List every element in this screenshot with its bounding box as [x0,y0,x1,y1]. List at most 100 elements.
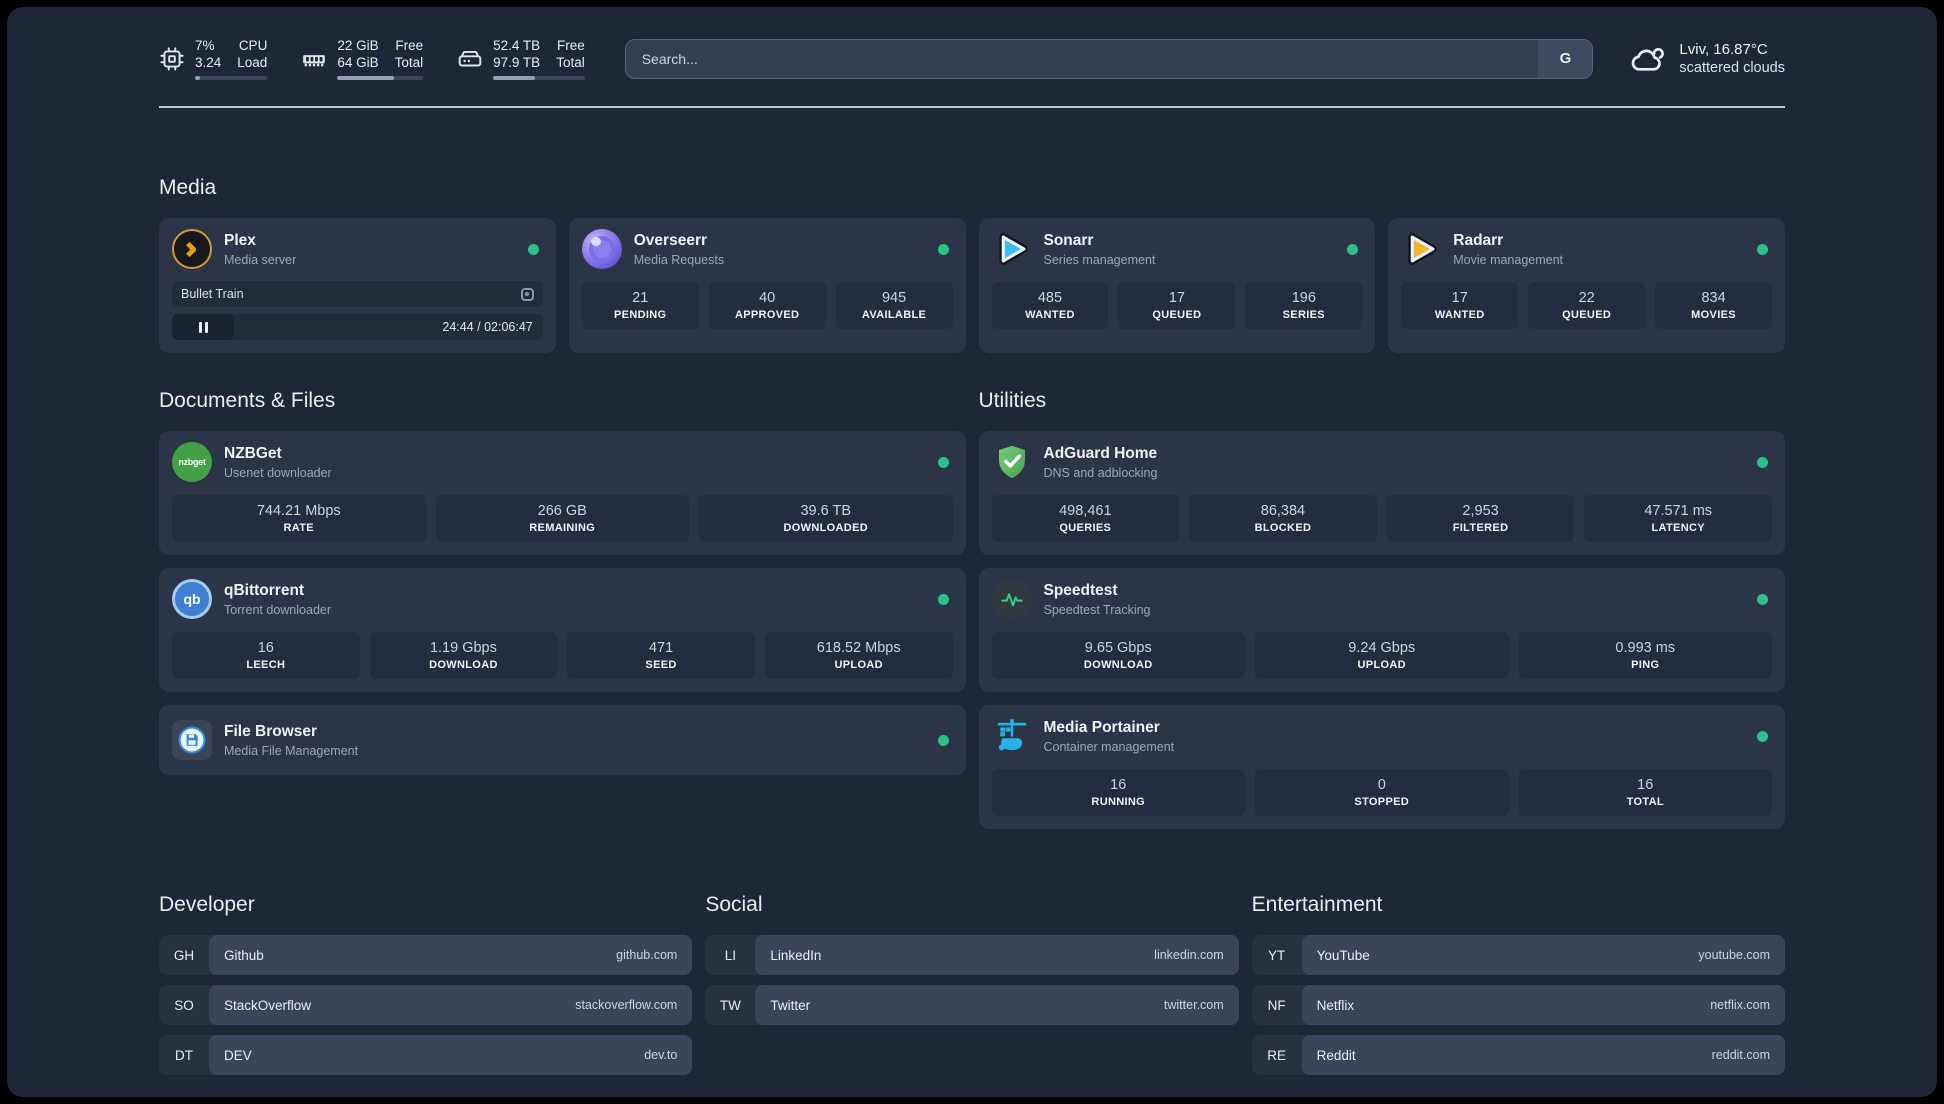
search-provider-button[interactable]: G [1538,39,1593,78]
bookmark-reddit[interactable]: RE Reddit reddit.com [1251,1035,1785,1075]
nzbget-icon: nzbget [172,442,212,482]
stat-total: 16 TOTAL [1518,769,1772,816]
bookmark-github[interactable]: GH Github github.com [159,935,693,975]
search-input[interactable] [625,39,1539,78]
filebrowser-icon [172,720,212,760]
service-card-plex: Plex Media server Bullet Train 24:44 / 0… [159,218,556,353]
service-name: Speedtest [1043,581,1118,599]
service-card-filebrowser: File Browser Media File Management [159,705,966,775]
service-name: Plex [224,231,256,249]
header-divider [159,106,1785,108]
stat-upload: 618.52 Mbps UPLOAD [764,632,953,679]
section-title-media: Media [159,176,217,199]
service-link-plex[interactable]: Plex Media server [172,229,543,269]
bookmark-abbr: NF [1267,997,1286,1013]
stat-wanted: 485 WANTED [991,282,1109,329]
cpu-usage-label: CPU [238,38,268,53]
stat-movies: 834 MOVIES [1655,282,1773,329]
stat-filtered: 2,953 FILTERED [1386,495,1575,542]
plex-icon [172,229,212,269]
bookmark-youtube[interactable]: YT YouTube youtube.com [1251,935,1785,975]
service-link-portainer[interactable]: Media Portainer Container management [992,716,1773,756]
stat-remaining: 266 GB REMAINING [435,495,689,542]
bookmark-netflix[interactable]: NF Netflix netflix.com [1251,985,1785,1025]
service-link-radarr[interactable]: Radarr Movie management [1401,229,1772,269]
service-description: Speedtest Tracking [1043,602,1151,617]
status-dot [937,456,949,468]
memory-icon [303,54,326,66]
service-link-filebrowser[interactable]: File Browser Media File Management [172,720,953,760]
service-card-speedtest: Speedtest Speedtest Tracking 9.65 Gbps DO… [978,568,1785,692]
status-dot [1757,243,1768,255]
stat-downloaded: 39.6 TB DOWNLOADED [699,495,953,542]
weather-widget: Lviv, 16.87°C scattered clouds [1629,40,1785,78]
stat-wanted: 17 WANTED [1401,282,1519,329]
service-link-qbittorrent[interactable]: qb qBittorrent Torrent downloader [172,579,953,619]
stat-download: 9.65 Gbps DOWNLOAD [991,632,1245,679]
cpu-usage-bar [195,76,268,80]
service-name: qBittorrent [224,581,305,599]
gear-icon[interactable] [520,287,534,301]
stat-available: 945 AVAILABLE [835,282,953,329]
bookmark-name: YouTube [1316,947,1370,963]
service-description: Container management [1043,739,1175,754]
bookmark-url: reddit.com [1711,1048,1770,1062]
cpu-icon [160,46,184,71]
bookmark-dev[interactable]: DT DEV dev.to [159,1035,693,1075]
disk-free-label: Free [556,38,585,53]
status-dot [1757,456,1768,468]
bookmark-abbr: TW [719,997,741,1013]
plex-now-playing: Bullet Train 24:44 / 02:06:47 [172,281,543,340]
weather-condition: scattered clouds [1679,59,1785,76]
section-title-documents: Documents & Files [159,389,336,412]
bookmark-url: dev.to [644,1048,678,1062]
service-link-speedtest[interactable]: Speedtest Speedtest Tracking [991,579,1773,619]
memory-free-label: Free [395,38,424,53]
top-bar: 7% 3.24 CPU Load 22 GiB 64 GiB Free Tota… [159,37,1785,80]
memory-free-value: 22 GiB [337,38,379,53]
section-title-developer: Developer [159,893,255,916]
cloud-icon [1632,47,1665,71]
stat-latency: 47.571 ms LATENCY [1584,495,1772,542]
bookmark-stackoverflow[interactable]: SO StackOverflow stackoverflow.com [159,985,693,1025]
playback-time: 24:44 / 02:06:47 [442,320,533,334]
memory-resource-widget: 22 GiB 64 GiB Free Total [301,37,424,80]
service-link-nzbget[interactable]: nzbget NZBGet Usenet downloader [172,442,953,482]
stat-series: 196 SERIES [1245,282,1363,329]
status-dot [1757,593,1768,605]
memory-total-label: Total [394,55,424,70]
stat-upload: 9.24 Gbps UPLOAD [1255,632,1509,679]
bookmark-url: github.com [616,948,678,962]
bookmark-group-social: Social LI LinkedIn linkedin.com TW Twitte… [705,893,1239,1075]
stat-ping: 0.993 ms PING [1518,632,1772,679]
stat-queries: 498,461 QUERIES [991,495,1180,542]
stat-blocked: 86,384 BLOCKED [1189,495,1377,542]
memory-total-value: 64 GiB [337,55,379,70]
bookmark-name: Netflix [1316,997,1355,1013]
stat-running: 16 RUNNING [991,769,1245,816]
cpu-resource-widget: 7% 3.24 CPU Load [159,37,268,80]
service-name: Radarr [1453,231,1504,249]
search-box: G [624,38,1594,79]
service-description: Torrent downloader [224,602,332,617]
bookmark-abbr: SO [174,997,194,1013]
bookmark-abbr: RE [1267,1047,1287,1063]
service-description: Movie management [1453,252,1564,267]
section-title-social: Social [705,893,763,916]
service-description: Media server [224,252,297,267]
adguard-icon [992,442,1032,482]
service-link-overseerr[interactable]: Overseerr Media Requests [581,229,953,269]
sonarr-icon [992,229,1032,269]
bookmark-name: StackOverflow [224,997,312,1013]
service-link-sonarr[interactable]: Sonarr Series management [992,229,1363,269]
status-dot [1347,243,1359,255]
service-card-sonarr: Sonarr Series management 485 WANTED 17 QUE… [978,218,1376,353]
bookmark-linkedin[interactable]: LI LinkedIn linkedin.com [705,935,1239,975]
bookmark-twitter[interactable]: TW Twitter twitter.com [705,985,1239,1025]
section-title-entertainment: Entertainment [1251,893,1383,916]
service-link-adguard[interactable]: AdGuard Home DNS and adblocking [992,442,1773,482]
bookmark-name: Github [224,947,264,963]
weather-location-temp: Lviv, 16.87°C [1679,40,1768,58]
disk-total-label: Total [556,55,585,70]
disk-usage-bar [493,76,585,80]
